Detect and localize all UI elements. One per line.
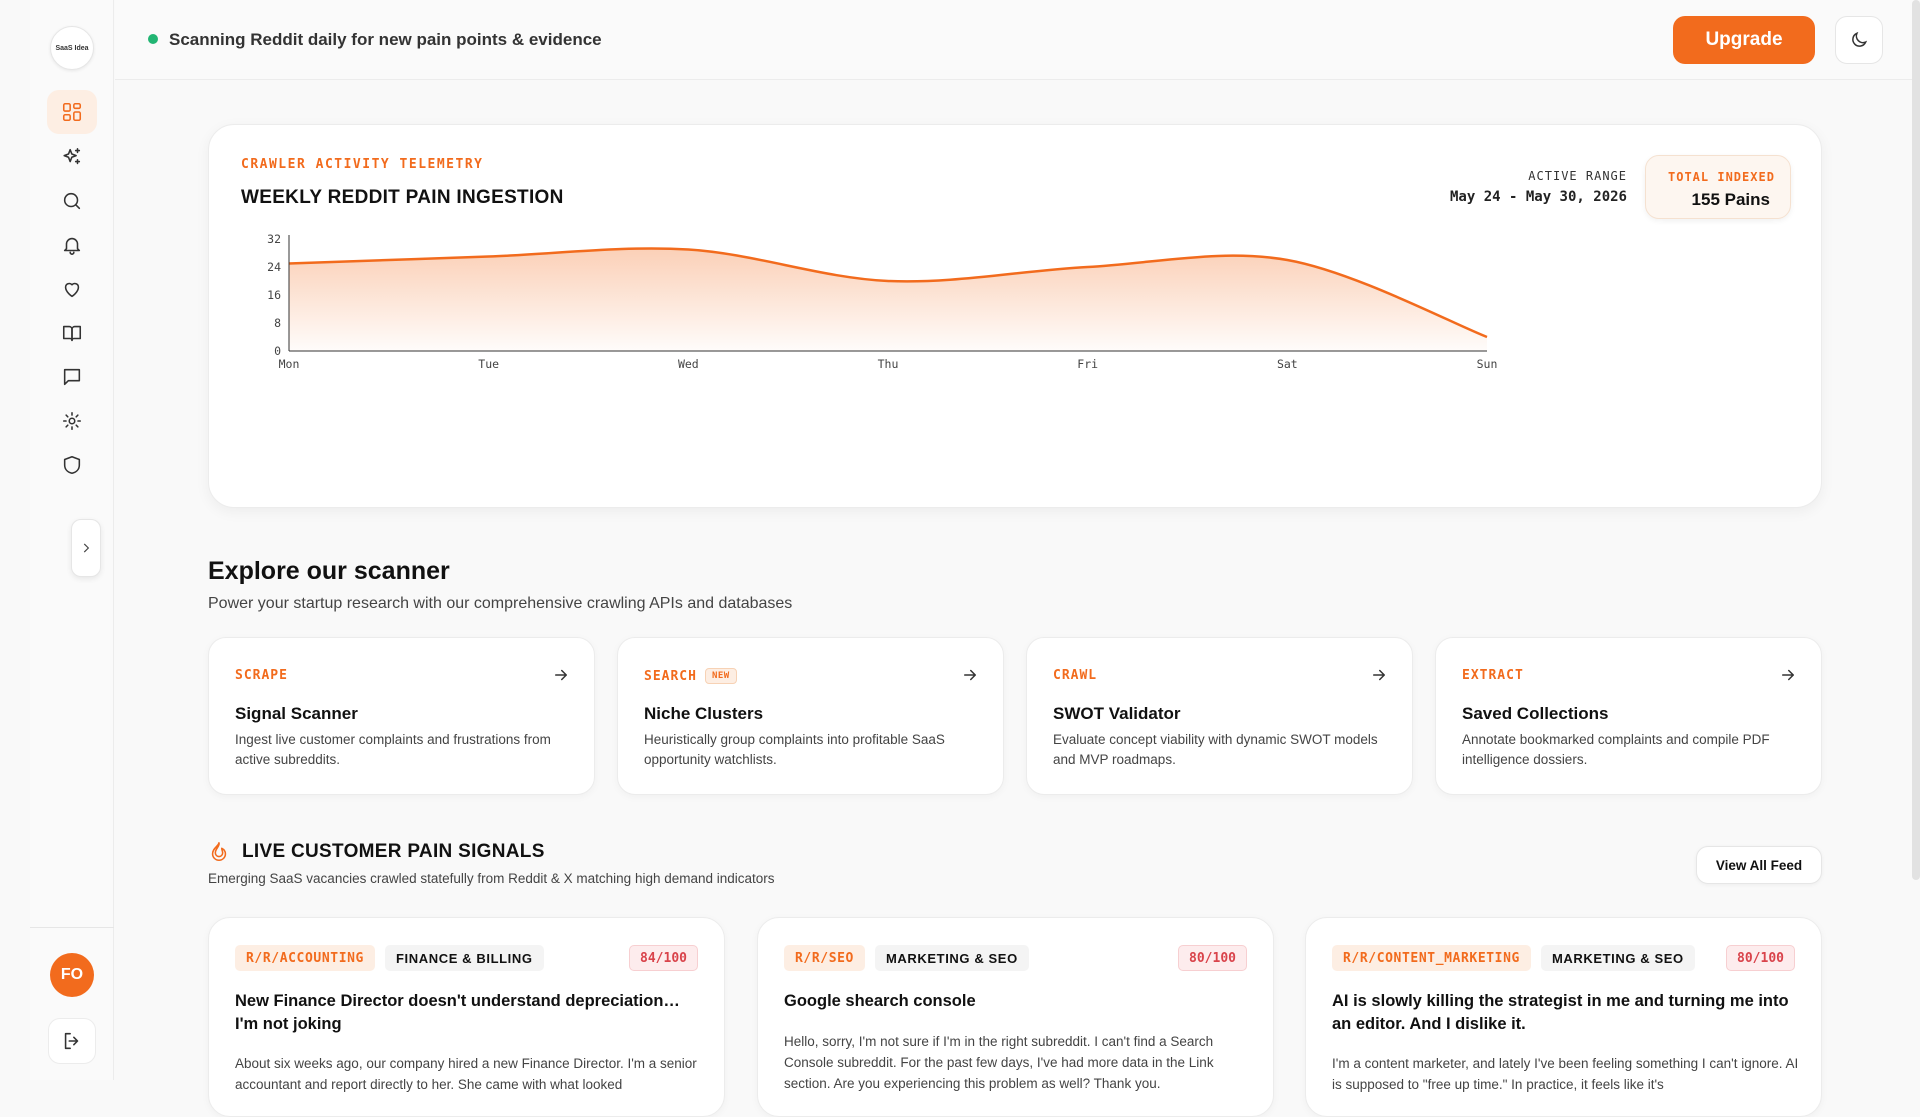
signal-title: Google shearch console [784, 992, 976, 1010]
category-tag: FINANCE & BILLING [384, 945, 544, 971]
topbar: Scanning Reddit daily for new pain point… [115, 0, 1915, 80]
sidebar-item-library[interactable] [47, 311, 97, 355]
tool-name: Signal Scanner [235, 704, 358, 723]
tool-name: SWOT Validator [1053, 704, 1181, 723]
heart-icon [64, 282, 80, 298]
arrow-right-icon [964, 669, 976, 681]
demand-score: 80/100 [1178, 945, 1247, 971]
category-tag: MARKETING & SEO [875, 945, 1029, 971]
x-tick-label: Mon [279, 357, 300, 371]
x-tick-label: Fri [1077, 357, 1098, 371]
signal-tags: R/R/ACCOUNTING FINANCE & BILLING [235, 945, 544, 971]
sidebar-item-dashboard[interactable] [47, 90, 97, 134]
y-tick-label: 32 [267, 232, 281, 246]
tool-card-scrape[interactable]: SCRAPE Signal Scanner Ingest live custom… [208, 637, 595, 795]
signal-title: New Finance Director doesn't understand … [235, 992, 680, 1033]
signal-title: AI is slowly killing the strategist in m… [1332, 992, 1789, 1033]
tool-card-crawl[interactable]: CRAWL SWOT Validator Evaluate concept vi… [1026, 637, 1413, 795]
explore-subtitle: Power your startup research with our com… [208, 595, 793, 612]
signal-body: Hello, sorry, I'm not sure if I'm in the… [784, 1034, 1214, 1091]
signal-body: I'm a content marketer, and lately I've … [1332, 1056, 1799, 1092]
signal-card[interactable]: R/R/SEO MARKETING & SEO 80/100 Google sh… [757, 917, 1274, 1117]
page-scrollbar[interactable] [1912, 0, 1920, 880]
dashboard-icon [62, 102, 82, 122]
y-tick-label: 8 [274, 316, 281, 330]
logout-icon [64, 1032, 79, 1050]
signal-card[interactable]: R/R/ACCOUNTING FINANCE & BILLING 84/100 … [208, 917, 725, 1117]
gear-icon [62, 411, 82, 431]
x-tick-label: Tue [478, 357, 499, 371]
tool-tag: SCRAPE [235, 668, 288, 683]
tool-name: Saved Collections [1462, 704, 1609, 723]
sidebar-item-settings[interactable] [47, 399, 97, 443]
tool-desc: Evaluate concept viability with dynamic … [1053, 732, 1378, 767]
sidebar-item-favorites[interactable] [47, 267, 97, 311]
y-tick-label: 0 [274, 344, 281, 358]
logout-button[interactable] [48, 1018, 96, 1064]
chevron-right-icon [83, 543, 90, 553]
demand-score: 80/100 [1726, 945, 1795, 971]
tool-card-search[interactable]: SEARCH NEW Niche Clusters Heuristically g… [617, 637, 1004, 795]
signal-body: About six weeks ago, our company hired a… [235, 1056, 697, 1092]
pain-ingestion-chart: 0 8 16 24 32 Mon Tue Wed Thu Fri Sat Sun [267, 232, 1498, 371]
x-tick-label: Wed [678, 357, 699, 371]
category-tag: MARKETING & SEO [1540, 945, 1695, 971]
avatar[interactable]: FO [50, 953, 94, 997]
sidebar-collapse-toggle[interactable] [71, 519, 101, 577]
tool-tag: EXTRACT [1462, 668, 1524, 683]
tool-desc: Annotate bookmarked complaints and compi… [1462, 732, 1770, 767]
tool-desc: Ingest live customer complaints and frus… [235, 732, 551, 767]
moon-icon [1852, 31, 1868, 47]
arrow-right-icon [1782, 669, 1794, 681]
subreddit-tag[interactable]: R/R/CONTENT_MARKETING [1332, 945, 1531, 971]
signal-card[interactable]: R/R/CONTENT_MARKETING MARKETING & SEO 80… [1305, 917, 1822, 1117]
sidebar-item-ideas[interactable] [47, 135, 97, 179]
sidebar-item-search[interactable] [47, 179, 97, 223]
subreddit-tag[interactable]: R/R/SEO [784, 945, 865, 971]
signals-subtitle: Emerging SaaS vacancies crawled stateful… [208, 871, 775, 886]
y-tick-label: 24 [267, 260, 281, 274]
demand-score: 84/100 [629, 945, 698, 971]
tool-tag-label: EXTRACT [1462, 668, 1524, 683]
x-tick-label: Sat [1277, 357, 1298, 371]
sidebar-item-alerts[interactable] [47, 223, 97, 267]
theme-toggle-button[interactable] [1835, 16, 1883, 64]
view-all-feed-button[interactable]: View All Feed [1696, 846, 1822, 884]
shield-icon [63, 455, 81, 475]
search-icon [63, 192, 81, 210]
arrow-right-icon [555, 669, 567, 681]
logo-text: SaaS Idea [55, 44, 89, 52]
signals-title: LIVE CUSTOMER PAIN SIGNALS [242, 841, 545, 862]
arrow-right-icon [1373, 669, 1385, 681]
upgrade-button[interactable]: Upgrade [1673, 16, 1815, 64]
signal-tags: R/R/SEO MARKETING & SEO [784, 945, 1029, 971]
book-icon [62, 325, 82, 342]
app-logo[interactable]: SaaS Idea [50, 26, 94, 70]
status-text: Scanning Reddit daily for new pain point… [169, 30, 602, 49]
tool-name: Niche Clusters [644, 704, 764, 723]
new-badge: NEW [704, 668, 737, 684]
flame-icon [211, 842, 227, 862]
tool-tag: CRAWL [1053, 668, 1097, 683]
tool-tag-label: SCRAPE [235, 668, 288, 683]
y-tick-label: 16 [267, 288, 281, 302]
tool-card-extract[interactable]: EXTRACT Saved Collections Annotate bookm… [1435, 637, 1822, 795]
tool-tag-label: CRAWL [1053, 668, 1098, 683]
signal-tags: R/R/CONTENT_MARKETING MARKETING & SEO [1332, 945, 1695, 971]
tool-tag: SEARCH NEW [644, 668, 737, 684]
message-icon [63, 368, 81, 386]
telemetry-card: CRAWLER ACTIVITY TELEMETRY WEEKLY REDDIT… [208, 124, 1822, 508]
subreddit-tag[interactable]: R/R/ACCOUNTING [235, 945, 375, 971]
x-tick-label: Thu [878, 357, 899, 371]
explore-title: Explore our scanner [208, 557, 450, 585]
bell-icon [63, 237, 81, 255]
sidebar-item-messages[interactable] [47, 355, 97, 399]
sidebar-item-security[interactable] [47, 443, 97, 487]
x-tick-label: Sun [1477, 357, 1498, 371]
sidebar-divider [30, 927, 114, 928]
tool-desc: Heuristically group complaints into prof… [644, 732, 945, 767]
status-indicator [148, 34, 158, 44]
sparkles-icon [63, 147, 81, 165]
tool-tag-label: SEARCH [644, 668, 697, 684]
